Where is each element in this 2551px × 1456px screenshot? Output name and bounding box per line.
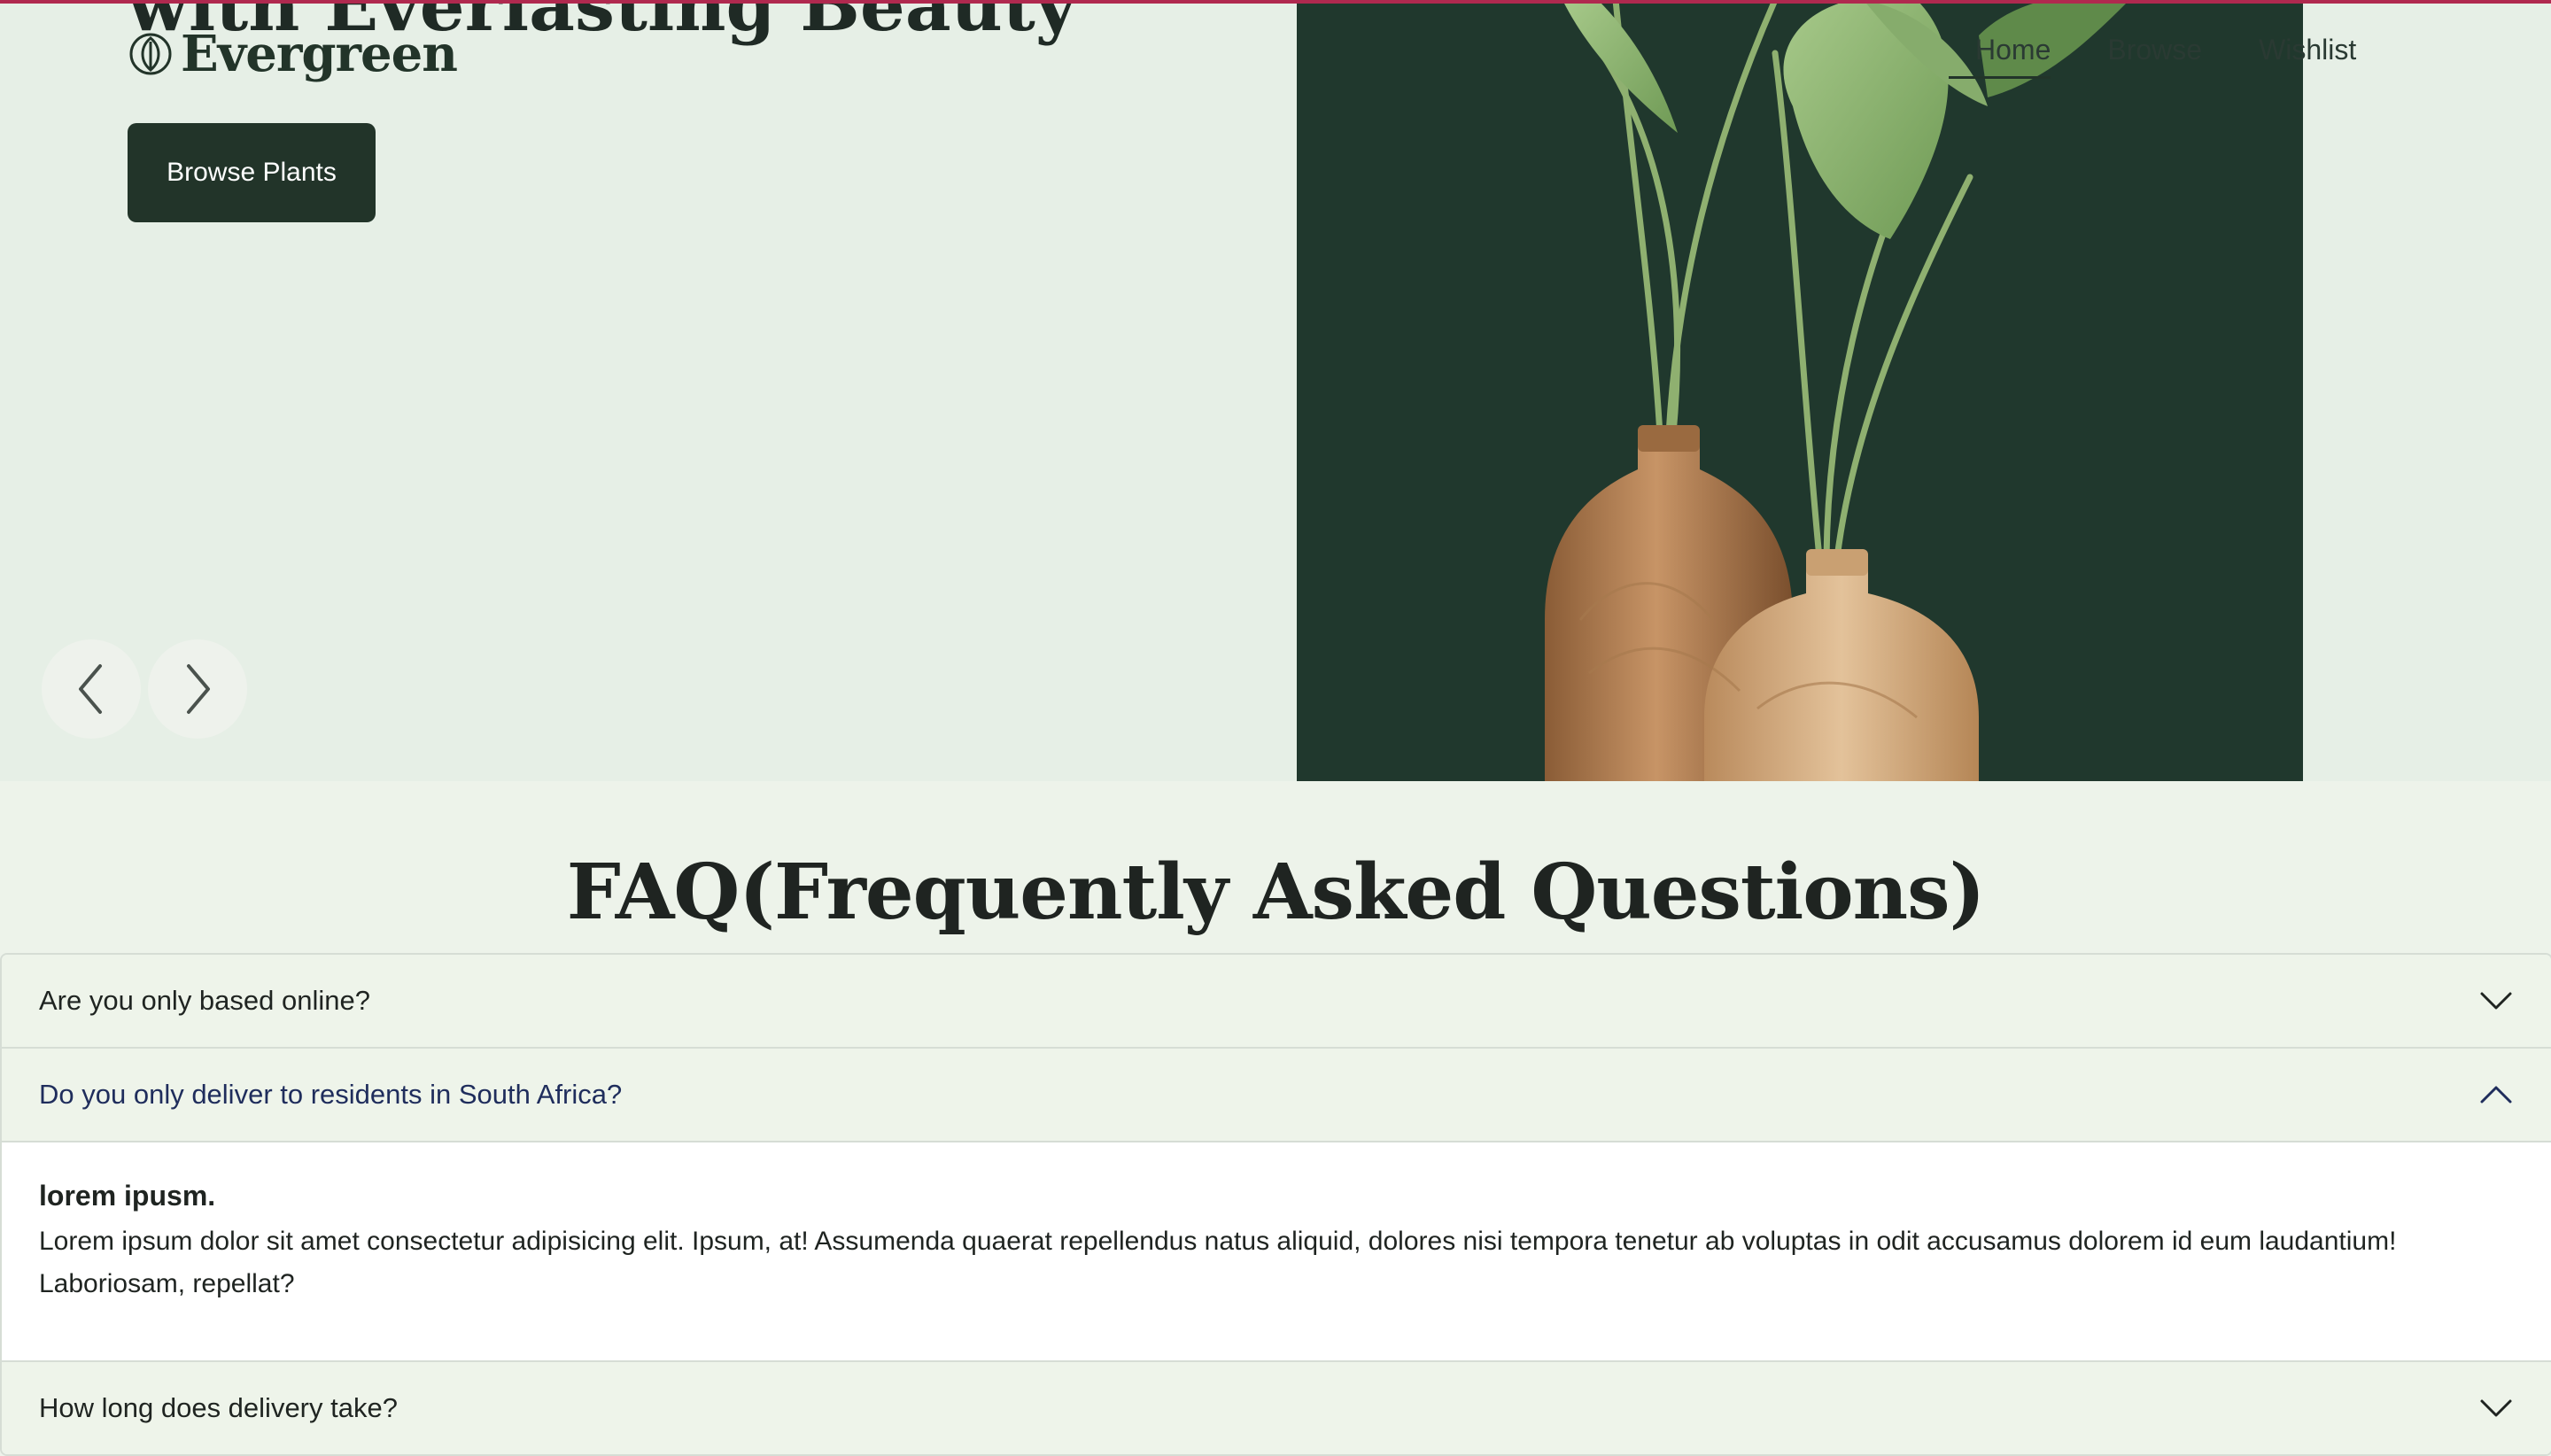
- nav-wishlist[interactable]: Wishlist: [2259, 34, 2356, 75]
- nav-home[interactable]: Home: [1948, 34, 2051, 79]
- brand-logo[interactable]: Evergreen: [128, 23, 458, 85]
- carousel-next-button[interactable]: [148, 639, 247, 739]
- faq-item: Are you only based online?: [2, 955, 2551, 1049]
- nav-browse[interactable]: Browse: [2107, 34, 2202, 75]
- chevron-down-icon: [2480, 1399, 2512, 1417]
- faq-question-toggle[interactable]: Are you only based online?: [2, 955, 2551, 1047]
- chevron-left-icon: [79, 664, 102, 714]
- faq-question-text: How long does delivery take?: [39, 1392, 398, 1423]
- brand-name: Evergreen: [181, 25, 458, 83]
- faq-question-text: Do you only deliver to residents in Sout…: [39, 1079, 623, 1110]
- chevron-up-icon: [2480, 1086, 2512, 1104]
- carousel-prev-button[interactable]: [42, 639, 141, 739]
- faq-question-text: Are you only based online?: [39, 985, 370, 1016]
- faq-title: FAQ(Frequently Asked Questions): [566, 848, 1986, 937]
- faq-question-toggle[interactable]: Do you only deliver to residents in Sout…: [2, 1049, 2551, 1141]
- faq-answer: lorem ipusm. Lorem ipsum dolor sit amet …: [2, 1141, 2551, 1360]
- hero-section: with Everlasting Beauty Browse Plants: [0, 0, 2551, 781]
- top-accent-line: [0, 0, 2551, 4]
- faq-accordion: Are you only based online? Do you only d…: [0, 953, 2551, 1456]
- faq-item: How long does delivery take?: [2, 1362, 2551, 1454]
- hero-plant-image: [1297, 0, 2303, 781]
- chevron-right-icon: [187, 664, 210, 714]
- faq-answer-text: Lorem ipsum dolor sit amet consectetur a…: [39, 1227, 2397, 1298]
- faq-item: Do you only deliver to residents in Sout…: [2, 1049, 2551, 1362]
- plant-vases-illustration: [1545, 0, 2129, 781]
- faq-answer-title: lorem ipusm.: [39, 1180, 216, 1212]
- faq-question-toggle[interactable]: How long does delivery take?: [2, 1362, 2551, 1454]
- main-nav: Home Browse Wishlist: [1948, 34, 2356, 79]
- chevron-down-icon: [2480, 992, 2512, 1010]
- leaf-icon: [129, 33, 172, 75]
- browse-plants-button[interactable]: Browse Plants: [128, 123, 376, 222]
